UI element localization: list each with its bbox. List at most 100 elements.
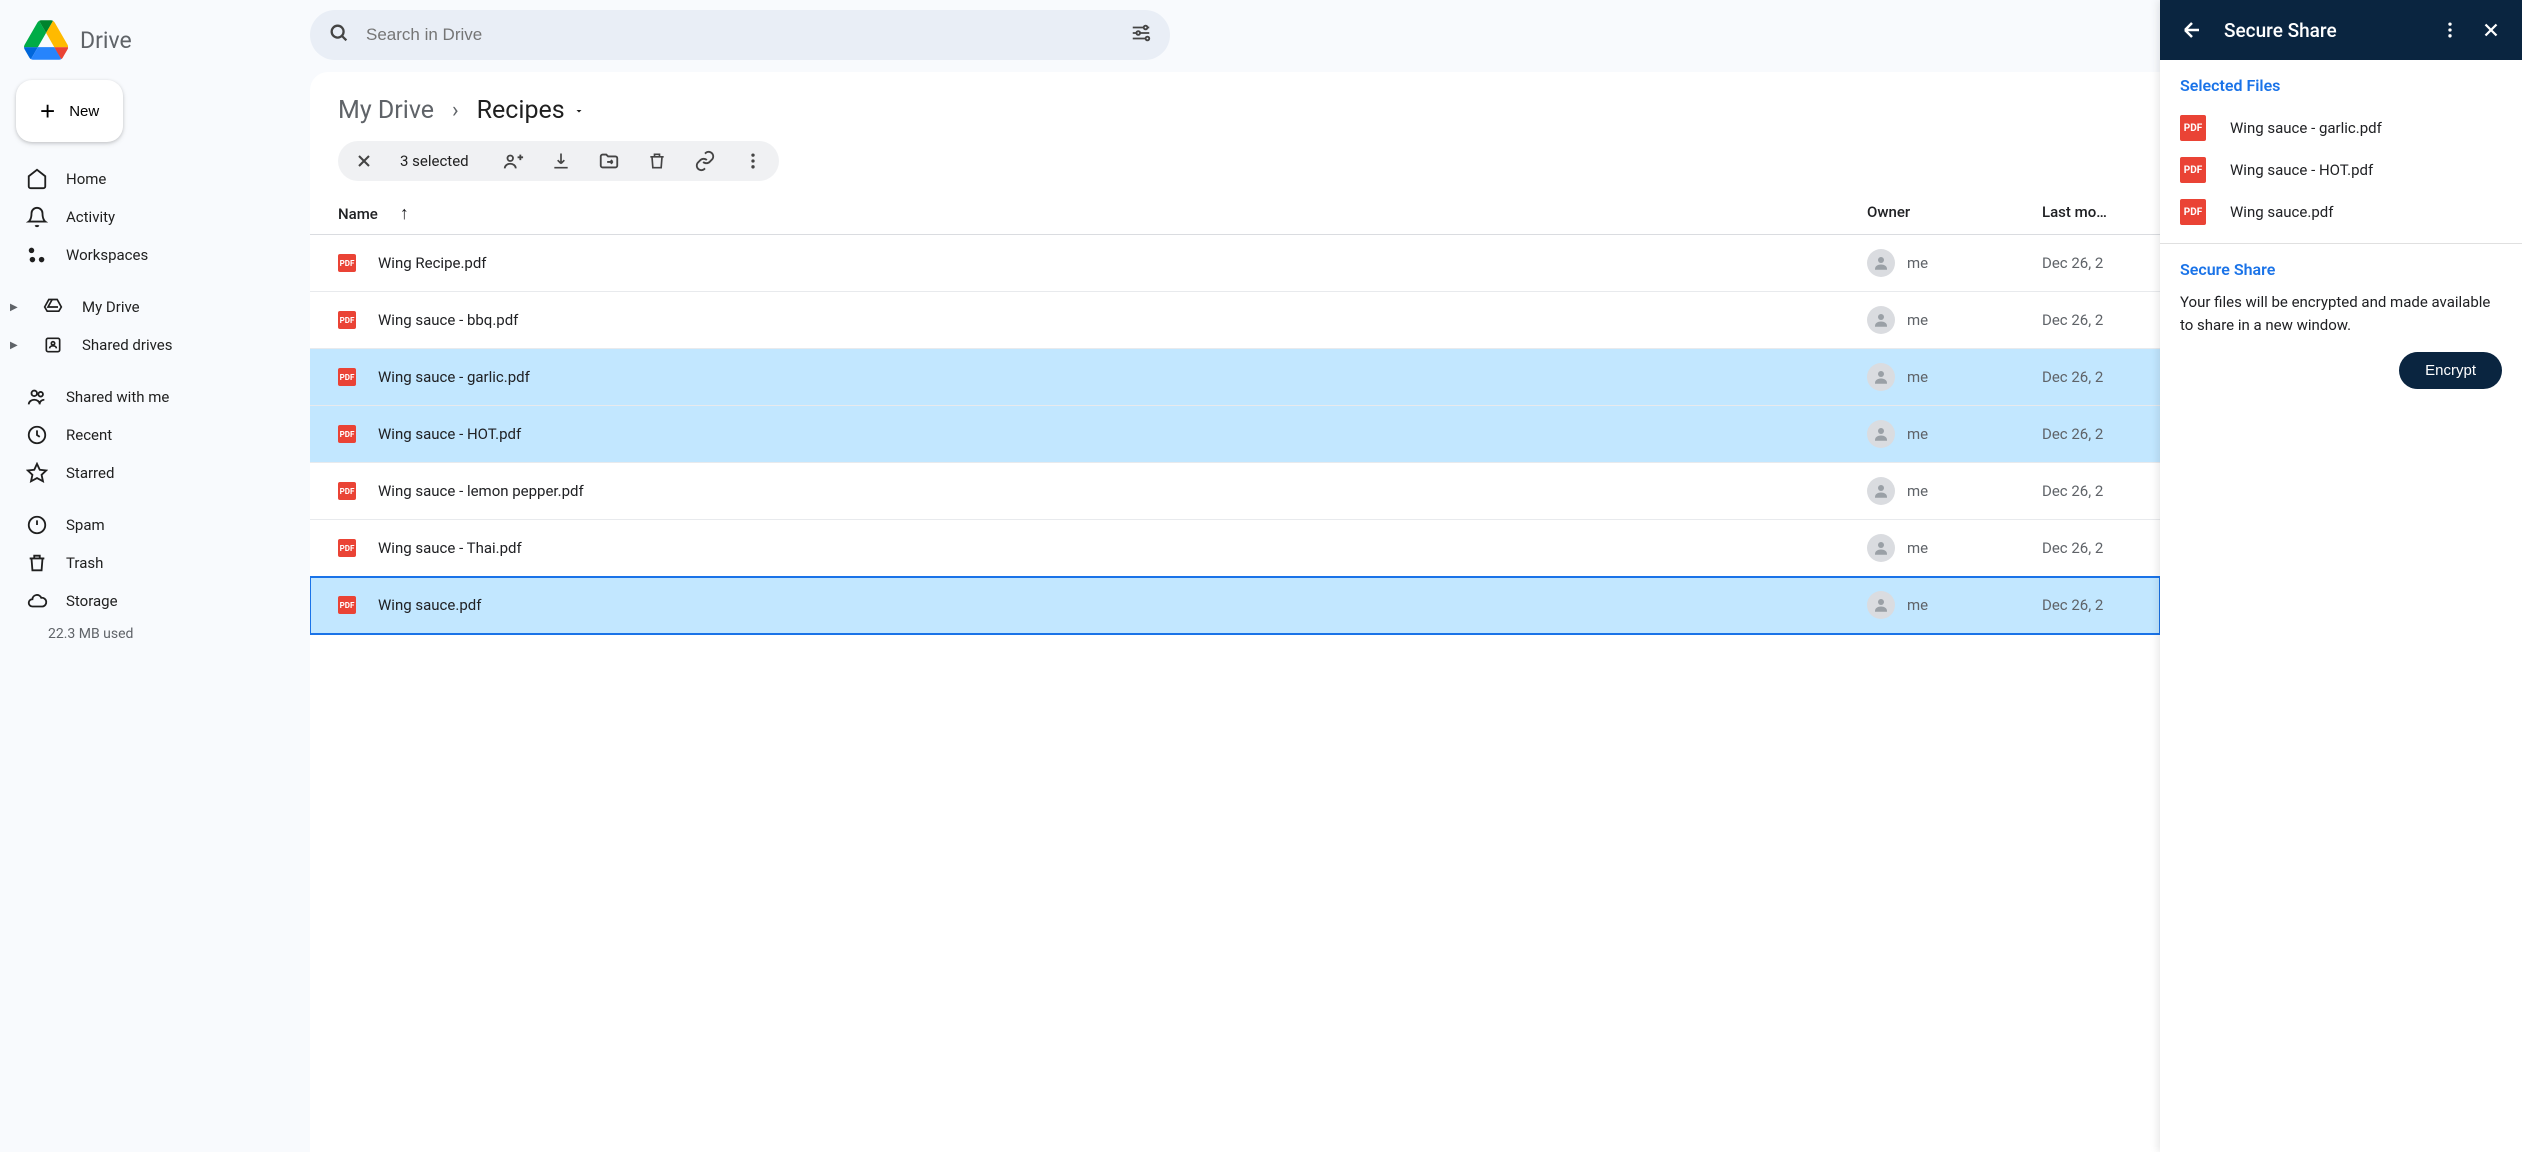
- drive-icon: [42, 296, 64, 318]
- back-button[interactable]: [2180, 18, 2204, 42]
- panel-close-button[interactable]: [2480, 19, 2502, 41]
- pdf-icon: PDF: [2180, 157, 2206, 183]
- plus-icon: +: [40, 98, 55, 124]
- nav-workspaces[interactable]: Workspaces: [0, 236, 310, 274]
- storage-used-text: 22.3 MB used: [0, 620, 310, 648]
- avatar-icon: [1867, 306, 1895, 334]
- modified-text: Dec 26, 2: [2042, 254, 2132, 272]
- panel-header: Secure Share: [2160, 0, 2522, 60]
- owner-text: me: [1907, 368, 1928, 386]
- nav-home[interactable]: Home: [0, 160, 310, 198]
- file-row[interactable]: PDF Wing sauce - Thai.pdf me Dec 26, 2: [310, 520, 2160, 577]
- column-name[interactable]: Name ↑: [338, 203, 1867, 224]
- nav-label: Shared with me: [66, 388, 169, 406]
- breadcrumb-current[interactable]: Recipes: [477, 96, 585, 125]
- file-row[interactable]: PDF Wing sauce - HOT.pdf me Dec 26, 2: [310, 406, 2160, 463]
- file-row[interactable]: PDF Wing sauce - garlic.pdf me Dec 26, 2: [310, 349, 2160, 406]
- sidebar: Drive + New Home Activity Workspaces: [0, 0, 310, 1152]
- file-name-text: Wing Recipe.pdf: [378, 254, 487, 272]
- file-name-text: Wing sauce - garlic.pdf: [378, 368, 530, 386]
- owner-text: me: [1907, 425, 1928, 443]
- new-button-label: New: [69, 103, 99, 120]
- spam-icon: [26, 514, 48, 536]
- modified-text: Dec 26, 2: [2042, 425, 2132, 443]
- nav-shared-drives[interactable]: ▶ Shared drives: [0, 326, 310, 364]
- modified-text: Dec 26, 2: [2042, 482, 2132, 500]
- nav-activity[interactable]: Activity: [0, 198, 310, 236]
- chevron-right-icon: ›: [452, 98, 459, 123]
- table-header: Name ↑ Owner Last mo…: [310, 195, 2160, 235]
- pdf-icon: PDF: [338, 254, 356, 272]
- modified-text: Dec 26, 2: [2042, 311, 2132, 329]
- selection-count: 3 selected: [400, 152, 469, 170]
- owner-text: me: [1907, 539, 1928, 557]
- tune-icon[interactable]: [1130, 22, 1152, 48]
- trash-icon: [26, 552, 48, 574]
- nav-recent[interactable]: Recent: [0, 416, 310, 454]
- breadcrumb-current-label: Recipes: [477, 96, 565, 125]
- avatar-icon: [1867, 363, 1895, 391]
- divider: [2160, 243, 2522, 244]
- file-list: PDF Wing Recipe.pdf me Dec 26, 2 PDF Win…: [310, 235, 2160, 634]
- panel-title: Secure Share: [2224, 19, 2420, 42]
- pdf-icon: PDF: [338, 596, 356, 614]
- more-button[interactable]: [741, 149, 765, 173]
- download-button[interactable]: [549, 149, 573, 173]
- panel-file-name: Wing sauce.pdf: [2230, 203, 2333, 221]
- workspaces-icon: [26, 244, 48, 266]
- modified-text: Dec 26, 2: [2042, 539, 2132, 557]
- nav-label: Spam: [66, 516, 105, 534]
- avatar-icon: [1867, 534, 1895, 562]
- pdf-icon: PDF: [338, 425, 356, 443]
- secure-share-panel: Secure Share Selected Files PDF Wing sau…: [2160, 0, 2522, 1152]
- nav-label: Shared drives: [82, 336, 172, 354]
- column-owner[interactable]: Owner: [1867, 203, 2042, 224]
- caret-down-icon: [573, 105, 585, 117]
- pdf-icon: PDF: [338, 482, 356, 500]
- pdf-icon: PDF: [338, 368, 356, 386]
- breadcrumb: My Drive › Recipes: [310, 90, 2160, 141]
- nav-my-drive[interactable]: ▶ My Drive: [0, 288, 310, 326]
- nav-trash[interactable]: Trash: [0, 544, 310, 582]
- panel-file-name: Wing sauce - HOT.pdf: [2230, 161, 2373, 179]
- owner-text: me: [1907, 311, 1928, 329]
- file-row[interactable]: PDF Wing sauce.pdf me Dec 26, 2: [310, 577, 2160, 634]
- panel-file-list: PDF Wing sauce - garlic.pdf PDF Wing sau…: [2180, 107, 2502, 233]
- move-button[interactable]: [597, 149, 621, 173]
- link-button[interactable]: [693, 149, 717, 173]
- search-bar[interactable]: [310, 10, 1170, 60]
- nav-storage[interactable]: Storage: [0, 582, 310, 620]
- share-button[interactable]: [501, 149, 525, 173]
- owner-text: me: [1907, 482, 1928, 500]
- avatar-icon: [1867, 420, 1895, 448]
- pdf-icon: PDF: [2180, 115, 2206, 141]
- breadcrumb-root[interactable]: My Drive: [338, 96, 434, 125]
- new-button[interactable]: + New: [16, 80, 123, 142]
- nav-starred[interactable]: Starred: [0, 454, 310, 492]
- home-icon: [26, 168, 48, 190]
- column-modified[interactable]: Last mo…: [2042, 203, 2132, 224]
- main-content: My Drive › Recipes 3 selected: [310, 0, 2160, 1152]
- file-name-text: Wing sauce - bbq.pdf: [378, 311, 518, 329]
- file-row[interactable]: PDF Wing Recipe.pdf me Dec 26, 2: [310, 235, 2160, 292]
- clear-selection-button[interactable]: [352, 149, 376, 173]
- avatar-icon: [1867, 591, 1895, 619]
- avatar-icon: [1867, 249, 1895, 277]
- delete-button[interactable]: [645, 149, 669, 173]
- file-row[interactable]: PDF Wing sauce - bbq.pdf me Dec 26, 2: [310, 292, 2160, 349]
- nav-label: Storage: [66, 592, 118, 610]
- search-input[interactable]: [366, 25, 1130, 45]
- cloud-icon: [26, 590, 48, 612]
- selection-toolbar: 3 selected: [338, 141, 779, 181]
- encrypt-button[interactable]: Encrypt: [2399, 352, 2502, 389]
- logo-area[interactable]: Drive: [0, 12, 310, 80]
- panel-more-button[interactable]: [2440, 20, 2460, 40]
- owner-text: me: [1907, 254, 1928, 272]
- panel-file-item: PDF Wing sauce - HOT.pdf: [2180, 149, 2502, 191]
- nav-shared-with-me[interactable]: Shared with me: [0, 378, 310, 416]
- nav-spam[interactable]: Spam: [0, 506, 310, 544]
- file-row[interactable]: PDF Wing sauce - lemon pepper.pdf me Dec…: [310, 463, 2160, 520]
- chevron-right-icon: ▶: [10, 340, 24, 351]
- selected-files-title: Selected Files: [2180, 76, 2502, 95]
- column-name-label: Name: [338, 205, 378, 223]
